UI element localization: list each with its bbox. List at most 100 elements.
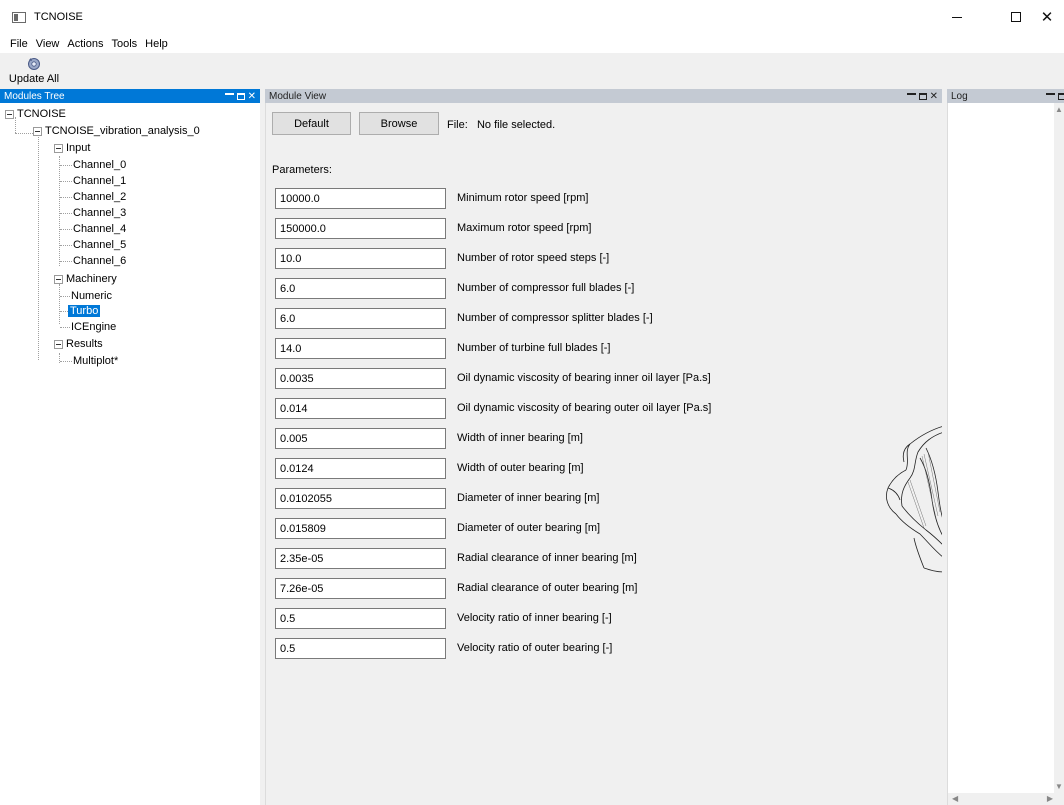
param-label: Width of inner bearing [m]	[457, 432, 583, 444]
param-label: Maximum rotor speed [rpm]	[457, 222, 592, 234]
tree-node-channel-1[interactable]: Channel_1	[73, 174, 126, 188]
minimize-button[interactable]	[934, 0, 979, 34]
gear-refresh-icon	[28, 58, 40, 70]
tree-node-machinery[interactable]: Machinery	[54, 272, 117, 286]
inner-bearing-diameter-input[interactable]	[275, 488, 446, 509]
tree-node-label: Multiplot*	[73, 355, 119, 367]
outer-radial-clearance-input[interactable]	[275, 578, 446, 599]
tree-connector	[60, 361, 72, 362]
log-panel: ▲ ▼ ◀ ▶	[947, 103, 1064, 805]
tree-node-channel-2[interactable]: Channel_2	[73, 190, 126, 204]
param-label: Diameter of inner bearing [m]	[457, 492, 600, 504]
menu-bar: File View Actions Tools Help	[0, 34, 1064, 53]
tree-node-channel-3[interactable]: Channel_3	[73, 206, 126, 220]
tree-node-multiplot[interactable]: Multiplot*	[73, 354, 118, 368]
compressor-full-blades-input[interactable]	[275, 278, 446, 299]
tree-node-results[interactable]: Results	[54, 337, 103, 351]
menu-tools[interactable]: Tools	[107, 38, 141, 50]
tree-connector	[59, 156, 60, 266]
close-icon: ✕	[1040, 9, 1054, 26]
modules-tree-title: Modules Tree	[4, 90, 65, 102]
collapse-icon[interactable]	[54, 143, 63, 153]
tree-connector	[60, 296, 70, 297]
float-icon[interactable]	[1046, 92, 1055, 97]
log-title: Log	[951, 90, 968, 102]
menu-file[interactable]: File	[6, 38, 32, 50]
modules-tree-dock-buttons: ✕	[224, 89, 256, 103]
scroll-left-icon[interactable]: ◀	[952, 794, 958, 803]
default-button[interactable]: Default	[272, 112, 351, 135]
scroll-up-icon[interactable]: ▲	[1055, 105, 1063, 114]
dock-close-icon[interactable]: ✕	[930, 91, 938, 102]
tree-node-label: Channel_1	[73, 175, 127, 187]
module-view-dock-buttons: ✕	[906, 89, 938, 103]
compressor-splitter-blades-input[interactable]	[275, 308, 446, 329]
collapse-icon[interactable]	[33, 126, 42, 136]
scroll-right-icon[interactable]: ▶	[1047, 794, 1053, 803]
rotor-speed-steps-input[interactable]	[275, 248, 446, 269]
tree-node-icengine[interactable]: ICEngine	[71, 320, 116, 334]
tree-connector	[60, 261, 72, 262]
file-status: File: No file selected.	[447, 119, 555, 131]
toolbar: Update All	[0, 53, 1064, 89]
dock-restore-icon[interactable]	[1058, 92, 1064, 100]
tree-node-input[interactable]: Input	[54, 141, 90, 155]
tree-node-root[interactable]: TCNOISE	[5, 107, 66, 121]
tree-node-label: TCNOISE	[17, 108, 66, 120]
float-icon[interactable]	[224, 92, 234, 97]
tree-node-label: Machinery	[66, 273, 117, 285]
tree-node-numeric[interactable]: Numeric	[71, 289, 112, 303]
log-vertical-scrollbar[interactable]: ▲ ▼	[1054, 103, 1064, 793]
min-rotor-speed-input[interactable]	[275, 188, 446, 209]
browse-button[interactable]: Browse	[359, 112, 439, 135]
menu-actions[interactable]: Actions	[63, 38, 107, 50]
collapse-icon[interactable]	[5, 109, 14, 119]
turbine-full-blades-input[interactable]	[275, 338, 446, 359]
tree-node-channel-6[interactable]: Channel_6	[73, 254, 126, 268]
menu-help[interactable]: Help	[141, 38, 172, 50]
tree-node-label-selected: Turbo	[68, 305, 101, 317]
menu-view[interactable]: View	[32, 38, 64, 50]
float-icon[interactable]	[906, 92, 916, 97]
max-rotor-speed-input[interactable]	[275, 218, 446, 239]
collapse-icon[interactable]	[54, 274, 63, 284]
param-label: Radial clearance of inner bearing [m]	[457, 552, 637, 564]
param-label: Number of compressor full blades [-]	[457, 282, 635, 294]
tree-node-turbo[interactable]: Turbo	[68, 304, 101, 318]
tree-node-label: Numeric	[71, 290, 112, 302]
dock-restore-icon[interactable]	[918, 92, 927, 100]
title-bar: TCNOISE ✕	[0, 0, 1064, 34]
log-horizontal-scrollbar[interactable]: ◀ ▶	[948, 793, 1064, 805]
close-button[interactable]: ✕	[1030, 0, 1064, 34]
scroll-down-icon[interactable]: ▼	[1055, 782, 1063, 791]
inner-bearing-width-input[interactable]	[275, 428, 446, 449]
tree-node-label: ICEngine	[71, 321, 117, 333]
inner-radial-clearance-input[interactable]	[275, 548, 446, 569]
tree-node-channel-4[interactable]: Channel_4	[73, 222, 126, 236]
inner-velocity-ratio-input[interactable]	[275, 608, 446, 629]
parameters-header: Parameters:	[272, 164, 332, 176]
tree-node-analysis[interactable]: TCNOISE_vibration_analysis_0	[33, 124, 200, 138]
tree-node-channel-0[interactable]: Channel_0	[73, 158, 126, 172]
tree-node-label: Channel_3	[73, 207, 127, 219]
dock-restore-icon[interactable]	[236, 92, 245, 100]
outer-bearing-diameter-input[interactable]	[275, 518, 446, 539]
param-label: Width of outer bearing [m]	[457, 462, 584, 474]
outer-velocity-ratio-input[interactable]	[275, 638, 446, 659]
inner-oil-viscosity-input[interactable]	[275, 368, 446, 389]
module-view-header: Module View ✕	[265, 89, 942, 103]
outer-bearing-width-input[interactable]	[275, 458, 446, 479]
update-all-label: Update All	[8, 73, 60, 85]
turbo-impeller-image	[886, 425, 944, 573]
param-label: Velocity ratio of outer bearing [-]	[457, 642, 613, 654]
dock-close-icon[interactable]: ✕	[248, 91, 256, 102]
tree-connector	[60, 327, 70, 328]
tree-node-label: Channel_4	[73, 223, 127, 235]
tree-node-label: Input	[66, 142, 91, 154]
outer-oil-viscosity-input[interactable]	[275, 398, 446, 419]
tree-node-channel-5[interactable]: Channel_5	[73, 238, 126, 252]
file-label: File:	[447, 119, 468, 131]
update-all-button[interactable]: Update All	[8, 55, 60, 88]
maximize-icon	[1010, 12, 1021, 22]
collapse-icon[interactable]	[54, 339, 63, 349]
